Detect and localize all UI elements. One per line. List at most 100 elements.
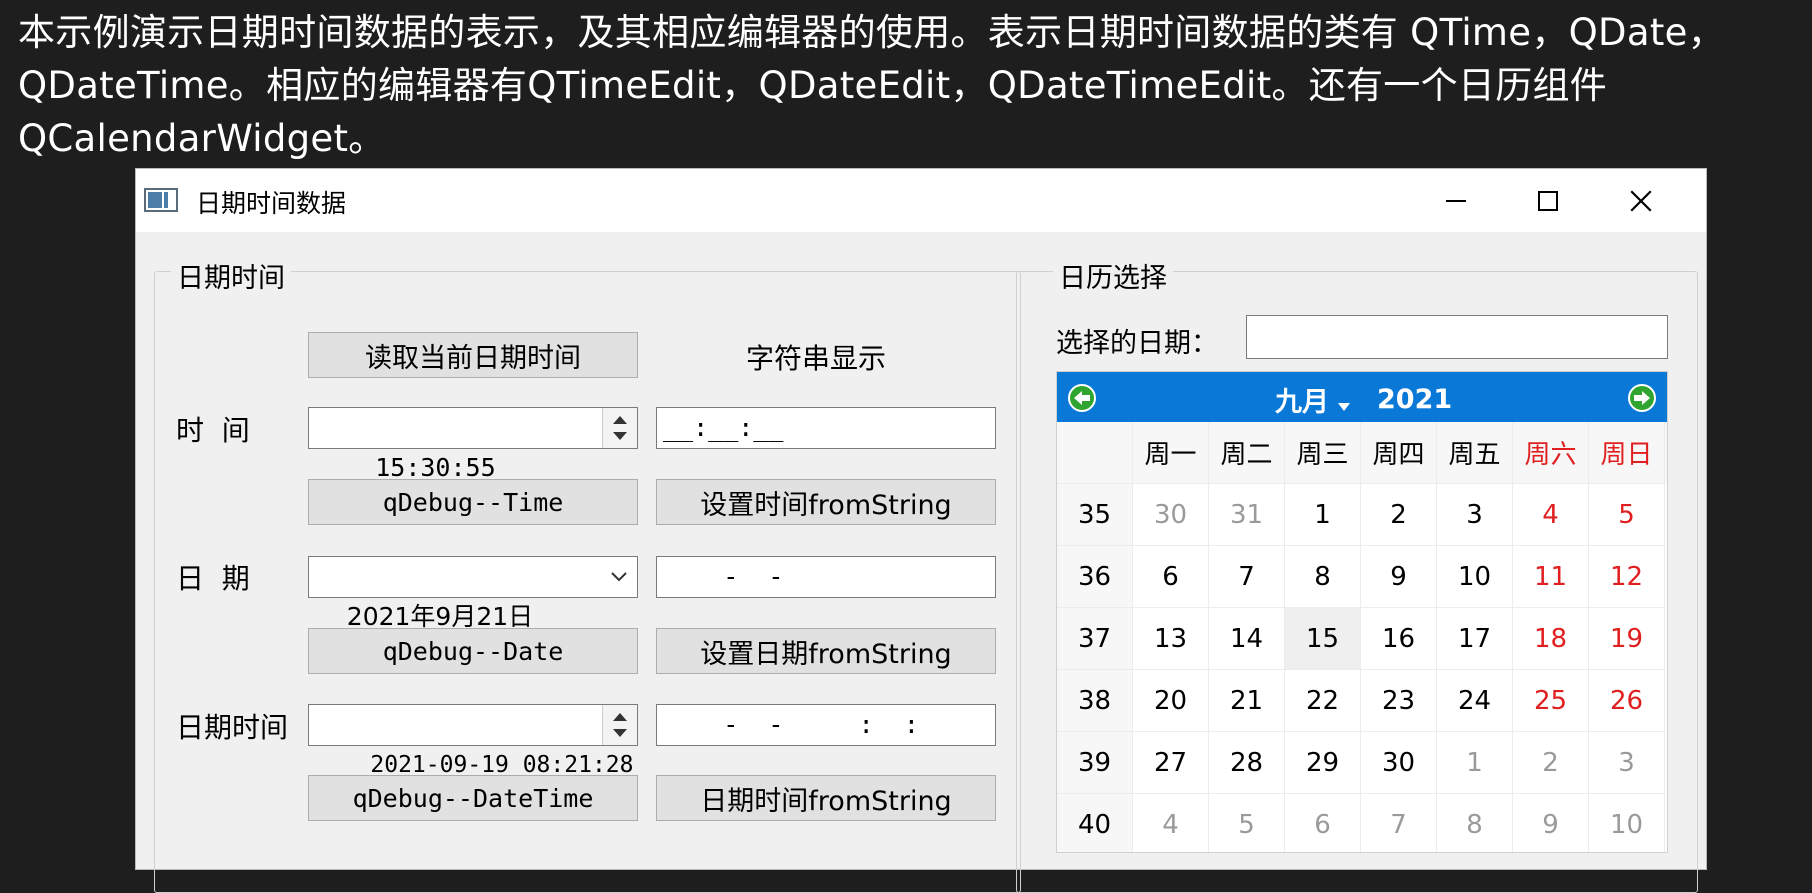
calendar-day-cell[interactable]: 9 (1361, 546, 1437, 608)
calendar-day-cell[interactable]: 30 (1133, 484, 1209, 546)
title-bar: 日期时间数据 (136, 169, 1706, 232)
next-month-icon[interactable] (1627, 383, 1657, 413)
minimize-icon (1446, 199, 1466, 202)
chevron-down-icon (611, 572, 627, 582)
calendar-day-cell[interactable]: 1 (1437, 732, 1513, 794)
prev-month-icon[interactable] (1067, 383, 1097, 413)
window-title: 日期时间数据 (196, 189, 347, 218)
read-current-datetime-button[interactable]: 读取当前日期时间 (308, 332, 638, 378)
maximize-button[interactable] (1503, 169, 1593, 232)
calendar-day-cell[interactable]: 3 (1437, 484, 1513, 546)
maximize-icon (1538, 190, 1558, 211)
calendar-day-cell[interactable]: 8 (1437, 794, 1513, 852)
calendar-day-cell[interactable]: 7 (1209, 546, 1285, 608)
calendar-day-cell[interactable]: 20 (1133, 670, 1209, 732)
string-display-label: 字符串显示 (746, 342, 887, 375)
calendar-day-cell[interactable]: 19 (1589, 608, 1665, 670)
datetime-group-title: 日期时间 (171, 256, 291, 295)
week-number: 38 (1057, 670, 1133, 732)
date-string-field[interactable]: - - (656, 556, 996, 598)
qdebug-date-button[interactable]: qDebug--Date (308, 628, 638, 674)
weekday-header-cell: 周日 (1589, 422, 1665, 484)
calendar-day-cell[interactable]: 2 (1513, 732, 1589, 794)
weekday-header-cell: 周一 (1133, 422, 1209, 484)
calendar-day-cell[interactable]: 23 (1361, 670, 1437, 732)
close-button[interactable] (1596, 169, 1686, 232)
weekday-header-cell: 周四 (1361, 422, 1437, 484)
weekday-header: 周一 周二 周三 周四 周五 周六 周日 (1057, 422, 1667, 484)
qdebug-time-button[interactable]: qDebug--Time (308, 479, 638, 525)
time-string-field[interactable]: __:__:__ (656, 407, 996, 449)
datetime-spin-buttons[interactable] (602, 705, 637, 745)
close-icon (1630, 189, 1652, 212)
calendar-day-cell[interactable]: 16 (1361, 608, 1437, 670)
time-label: 时 间 (176, 414, 250, 447)
calendar-day-cell[interactable]: 5 (1209, 794, 1285, 852)
date-label: 日 期 (176, 562, 250, 595)
calendar-day-cell[interactable]: 10 (1437, 546, 1513, 608)
date-edit[interactable]: 2021年9月21日 (308, 556, 638, 631)
week-number: 35 (1057, 484, 1133, 546)
calendar-group-title: 日历选择 (1053, 256, 1173, 295)
set-time-fromstring-button[interactable]: 设置时间fromString (656, 479, 996, 525)
calendar-day-cell[interactable]: 27 (1133, 732, 1209, 794)
week-number-corner (1057, 422, 1133, 484)
year-selector[interactable]: 2021 (1377, 384, 1452, 415)
calendar-day-cell[interactable]: 8 (1285, 546, 1361, 608)
calendar-day-cell[interactable]: 26 (1589, 670, 1665, 732)
main-window: 日期时间数据 日期时间 读取当前日期时间 字符串显示 时 间 15:30:55 … (135, 168, 1707, 893)
week-number: 39 (1057, 732, 1133, 794)
week-number: 37 (1057, 608, 1133, 670)
weekday-header-cell: 周五 (1437, 422, 1513, 484)
spin-up-icon (613, 713, 627, 721)
calendar-day-cell[interactable]: 4 (1133, 794, 1209, 852)
calendar-day-cell[interactable]: 24 (1437, 670, 1513, 732)
calendar-day-cell[interactable]: 25 (1513, 670, 1589, 732)
calendar-day-cell[interactable]: 28 (1209, 732, 1285, 794)
spin-down-icon (613, 729, 627, 737)
calendar-day-cell[interactable]: 21 (1209, 670, 1285, 732)
calendar-day-cell[interactable]: 31 (1209, 484, 1285, 546)
calendar-day-cell[interactable]: 15 (1285, 608, 1361, 670)
calendar-day-cell[interactable]: 3 (1589, 732, 1665, 794)
minimize-button[interactable] (1411, 169, 1501, 232)
spin-down-icon (613, 432, 627, 440)
calendar-day-cell[interactable]: 10 (1589, 794, 1665, 852)
app-icon (144, 188, 178, 212)
qdebug-datetime-button[interactable]: qDebug--DateTime (308, 775, 638, 821)
week-number: 36 (1057, 546, 1133, 608)
calendar-day-cell[interactable]: 11 (1513, 546, 1589, 608)
datetime-fromstring-button[interactable]: 日期时间fromString (656, 775, 996, 821)
calendar-day-cell[interactable]: 30 (1361, 732, 1437, 794)
time-edit[interactable]: 15:30:55 (308, 407, 638, 482)
datetime-edit[interactable]: 2021-09-19 08:21:28 (308, 704, 638, 778)
calendar-day-cell[interactable]: 14 (1209, 608, 1285, 670)
weekday-header-cell: 周六 (1513, 422, 1589, 484)
datetime-string-field[interactable]: - - : : (656, 704, 996, 746)
spin-up-icon (613, 416, 627, 424)
set-date-fromstring-button[interactable]: 设置日期fromString (656, 628, 996, 674)
calendar-day-cell[interactable]: 22 (1285, 670, 1361, 732)
datetime-label: 日期时间 (176, 711, 289, 744)
week-number: 40 (1057, 794, 1133, 852)
selected-date-field[interactable] (1246, 315, 1668, 359)
calendar-day-cell[interactable]: 9 (1513, 794, 1589, 852)
calendar-day-cell[interactable]: 17 (1437, 608, 1513, 670)
calendar-day-cell[interactable]: 1 (1285, 484, 1361, 546)
calendar-day-cell[interactable]: 5 (1589, 484, 1665, 546)
time-edit-value: 15:30:55 (375, 453, 496, 482)
time-spin-buttons[interactable] (602, 408, 637, 448)
calendar-day-cell[interactable]: 4 (1513, 484, 1589, 546)
calendar-day-cell[interactable]: 12 (1589, 546, 1665, 608)
month-selector[interactable]: 九月 (1275, 380, 1329, 419)
calendar-day-cell[interactable]: 7 (1361, 794, 1437, 852)
calendar-day-cell[interactable]: 6 (1133, 546, 1209, 608)
calendar-day-cell[interactable]: 6 (1285, 794, 1361, 852)
calendar-day-cell[interactable]: 2 (1361, 484, 1437, 546)
month-dropdown-icon[interactable] (1337, 402, 1351, 412)
calendar-day-cell[interactable]: 13 (1133, 608, 1209, 670)
calendar-day-cell[interactable]: 18 (1513, 608, 1589, 670)
weekday-header-cell: 周三 (1285, 422, 1361, 484)
calendar-widget[interactable]: 九月 2021 周一 周二 周三 周四 周五 周六 周日 35 30 31 1 2 3 4 5 36 6 7 8 9… (1056, 371, 1668, 853)
calendar-day-cell[interactable]: 29 (1285, 732, 1361, 794)
